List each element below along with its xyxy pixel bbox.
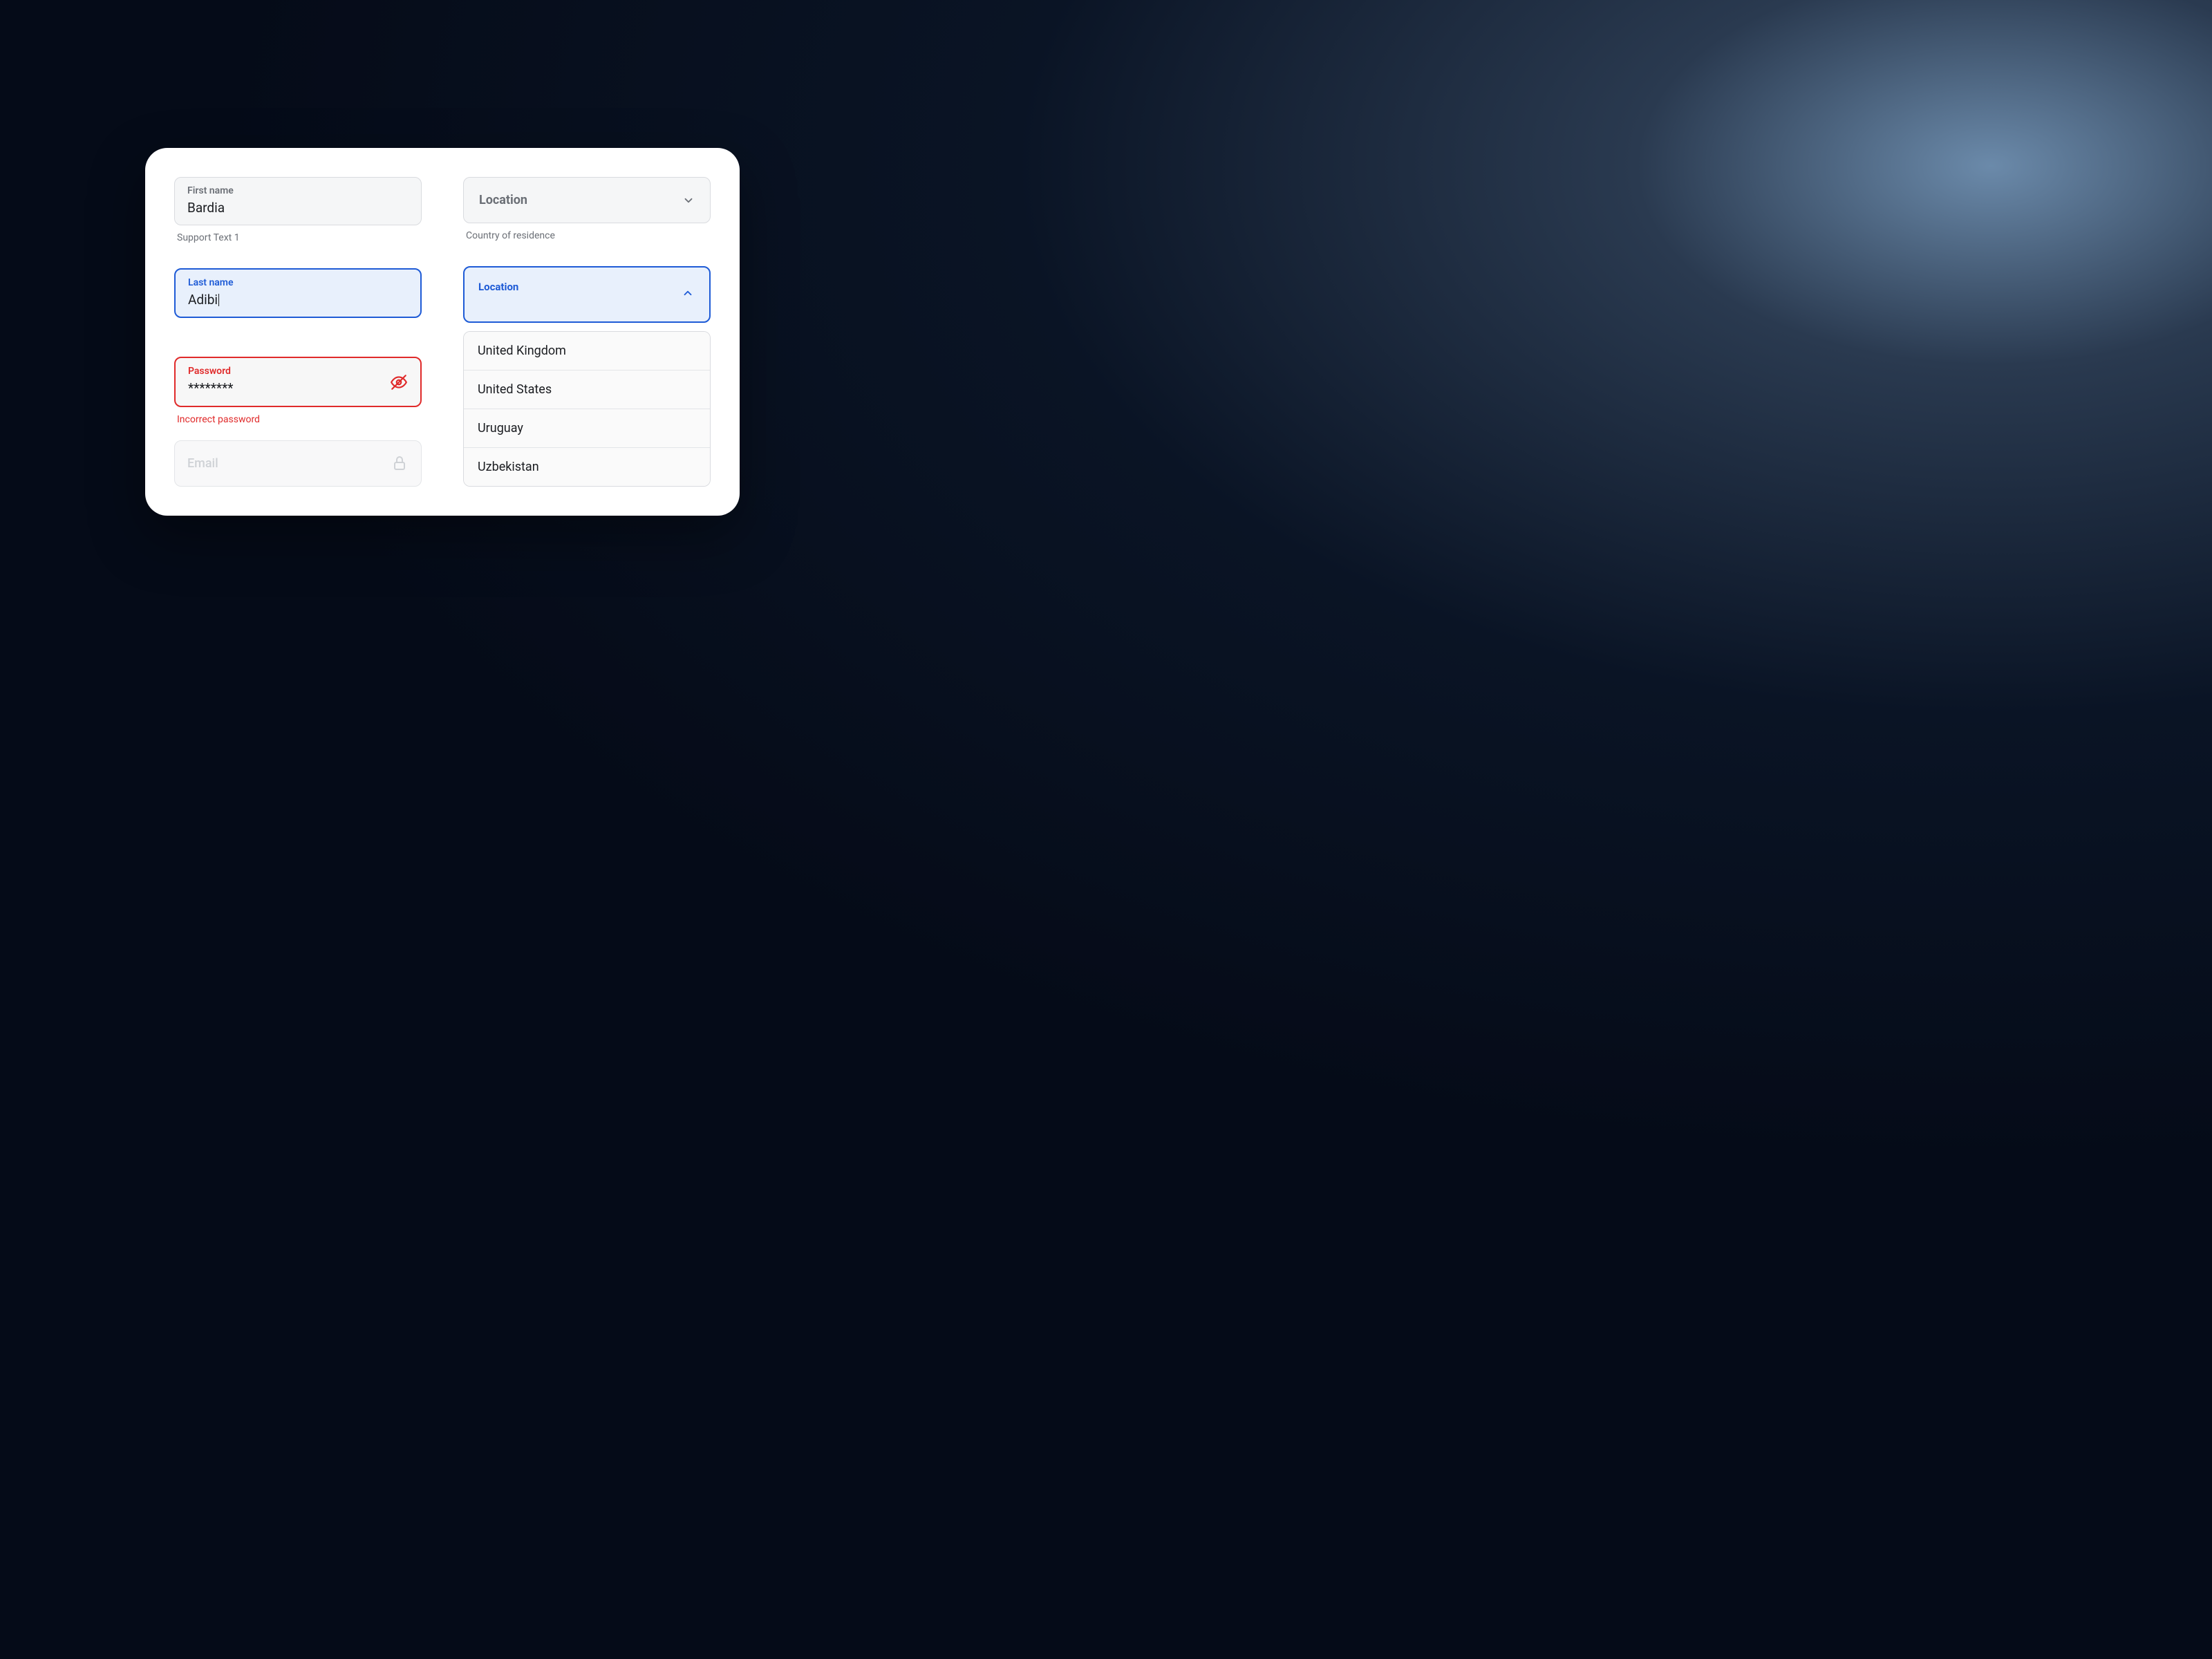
last-name-value: Adibi xyxy=(188,292,408,309)
location-open-label: Location xyxy=(478,280,518,294)
first-name-value: Bardia xyxy=(187,200,409,217)
lock-icon xyxy=(391,454,409,472)
email-field: Email xyxy=(174,440,422,487)
right-column: Location Country of residence Location U… xyxy=(463,177,711,487)
first-name-field[interactable]: First name Bardia xyxy=(174,177,422,225)
eye-off-icon[interactable] xyxy=(390,373,408,391)
email-label: Email xyxy=(187,455,409,472)
list-item[interactable]: United Kingdom xyxy=(464,332,710,371)
password-field[interactable]: Password ******** xyxy=(174,357,422,406)
location-dropdown-closed[interactable]: Location xyxy=(463,177,711,223)
chevron-down-icon xyxy=(682,194,695,207)
password-error-text: Incorrect password xyxy=(174,414,422,425)
location-options-list: United Kingdom United States Uruguay Uzb… xyxy=(463,331,711,487)
list-item[interactable]: Uzbekistan xyxy=(464,448,710,486)
location-dropdown-open[interactable]: Location xyxy=(463,266,711,323)
form-card: First name Bardia Support Text 1 Last na… xyxy=(145,148,740,516)
location-support: Country of residence xyxy=(463,230,711,241)
chevron-up-icon xyxy=(682,287,694,299)
first-name-support: Support Text 1 xyxy=(174,232,422,243)
last-name-label: Last name xyxy=(188,276,408,290)
last-name-field[interactable]: Last name Adibi xyxy=(174,268,422,318)
list-item[interactable]: United States xyxy=(464,371,710,409)
location-closed-label: Location xyxy=(479,191,527,209)
password-label: Password xyxy=(188,365,408,379)
left-column: First name Bardia Support Text 1 Last na… xyxy=(174,177,422,487)
password-value: ******** xyxy=(188,380,408,397)
list-item[interactable]: Uruguay xyxy=(464,409,710,448)
first-name-label: First name xyxy=(187,185,409,198)
